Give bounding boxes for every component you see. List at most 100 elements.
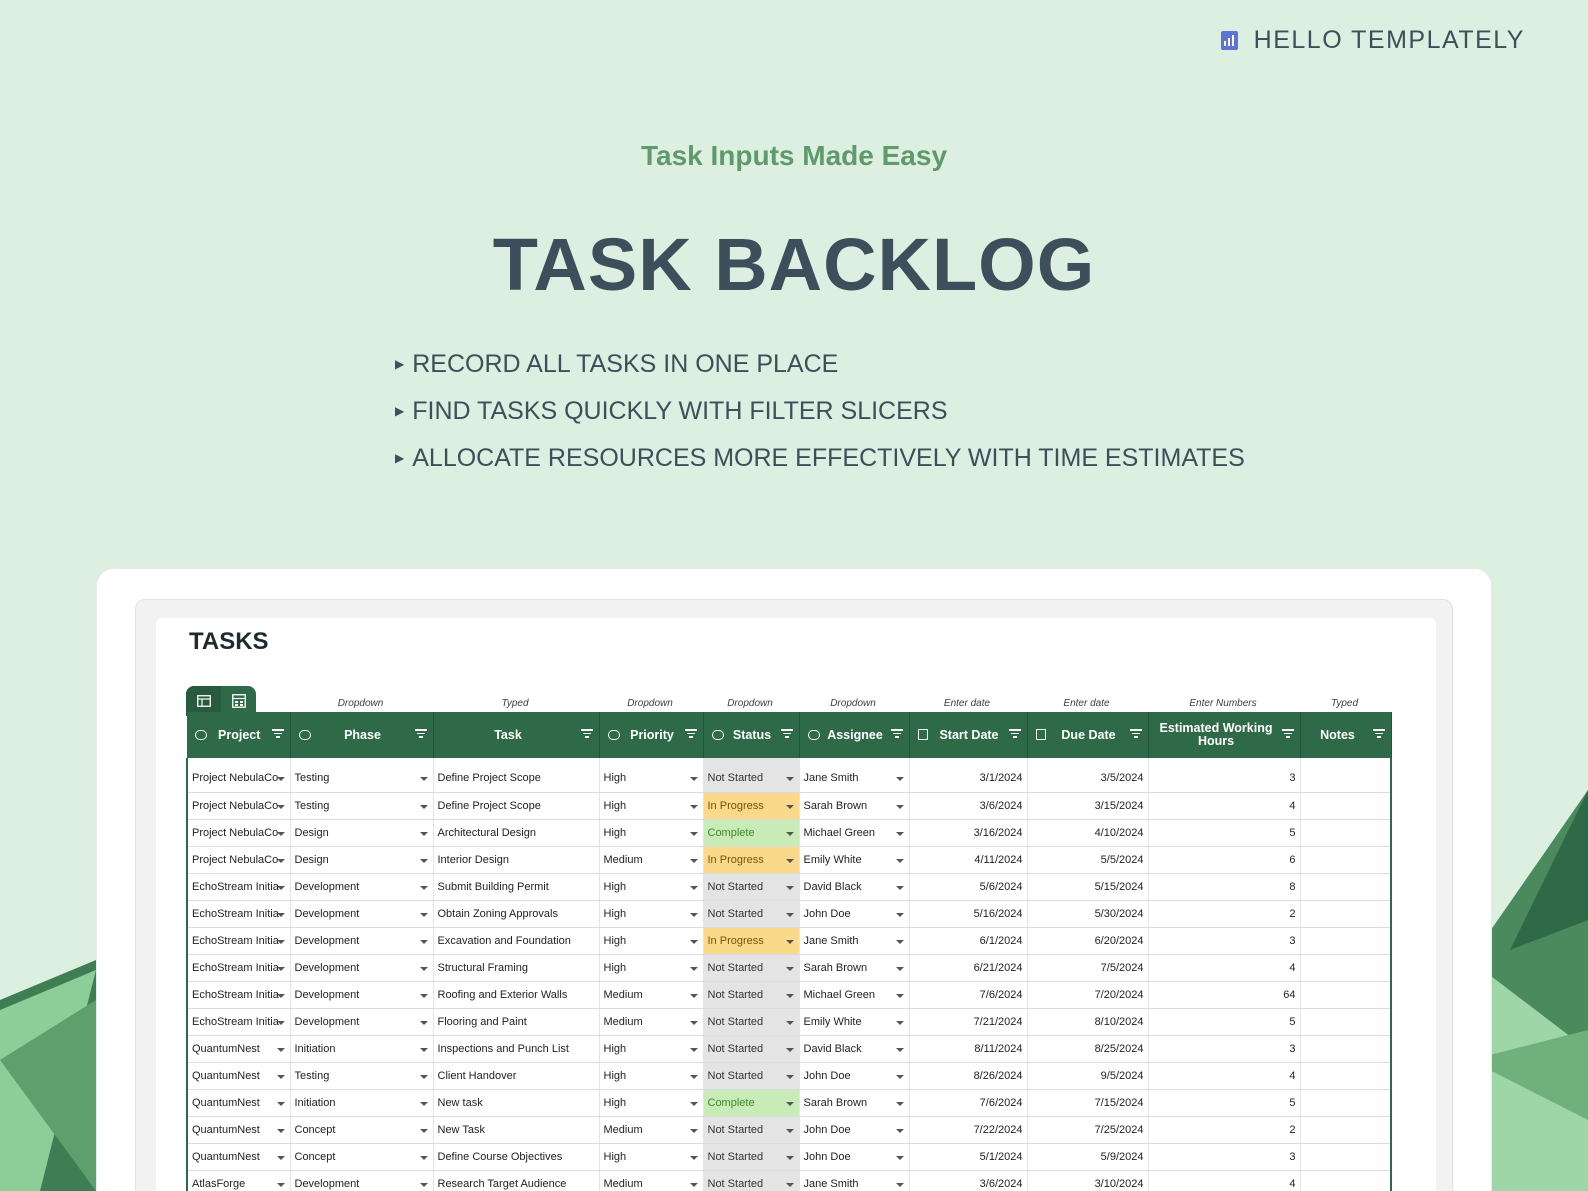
cell-status[interactable]: In Progress	[703, 846, 800, 874]
cell-assignee[interactable]: John Doe	[799, 900, 910, 928]
filter-icon[interactable]	[580, 729, 593, 739]
cell-due-date[interactable]: 3/10/2024	[1027, 1170, 1149, 1191]
cell-due-date[interactable]: 5/15/2024	[1027, 873, 1149, 901]
cell-estimated-working-hours[interactable]: 2	[1148, 900, 1301, 928]
cell-notes[interactable]	[1300, 792, 1392, 820]
cell-priority[interactable]: High	[599, 1062, 704, 1090]
cell-project[interactable]: EchoStream Initia	[186, 954, 291, 982]
cell-estimated-working-hours[interactable]: 3	[1148, 1035, 1301, 1063]
cell-estimated-working-hours[interactable]: 4	[1148, 1062, 1301, 1090]
cell-estimated-working-hours[interactable]: 3	[1148, 1143, 1301, 1171]
column-header-priority[interactable]: Priority	[599, 712, 704, 758]
cell-phase[interactable]: Concept	[290, 1116, 434, 1144]
cell-phase[interactable]: Design	[290, 819, 434, 847]
cell-priority[interactable]: High	[599, 819, 704, 847]
cell-notes[interactable]	[1300, 1170, 1392, 1191]
cell-phase[interactable]: Development	[290, 927, 434, 955]
cell-assignee[interactable]: John Doe	[799, 1062, 910, 1090]
cell-notes[interactable]	[1300, 1062, 1392, 1090]
cell-phase[interactable]: Concept	[290, 1143, 434, 1171]
cell-status[interactable]: In Progress	[703, 927, 800, 955]
cell-start-date[interactable]: 5/6/2024	[909, 873, 1028, 901]
cell-task[interactable]: Excavation and Foundation	[433, 927, 600, 955]
filter-icon[interactable]	[1372, 729, 1385, 739]
cell-start-date[interactable]: 3/16/2024	[909, 819, 1028, 847]
cell-notes[interactable]	[1300, 1143, 1392, 1171]
filter-icon[interactable]	[890, 729, 903, 739]
cell-project[interactable]: Project NebulaCo	[186, 792, 291, 820]
cell-priority[interactable]: High	[599, 792, 704, 820]
cell-start-date[interactable]: 7/21/2024	[909, 1008, 1028, 1036]
cell-estimated-working-hours[interactable]: 5	[1148, 1089, 1301, 1117]
cell-due-date[interactable]: 5/30/2024	[1027, 900, 1149, 928]
cell-project[interactable]: QuantumNest	[186, 1062, 291, 1090]
column-header-task[interactable]: Task	[433, 712, 600, 758]
column-header-due-date[interactable]: Due Date	[1027, 712, 1149, 758]
cell-priority[interactable]: Medium	[599, 846, 704, 874]
cell-assignee[interactable]: Jane Smith	[799, 1170, 910, 1191]
column-header-assignee[interactable]: Assignee	[799, 712, 910, 758]
cell-phase[interactable]: Initiation	[290, 1035, 434, 1063]
cell-due-date[interactable]: 5/5/2024	[1027, 846, 1149, 874]
cell-phase[interactable]: Development	[290, 1170, 434, 1191]
cell-project[interactable]: EchoStream Initia	[186, 981, 291, 1009]
cell-estimated-working-hours[interactable]: 6	[1148, 846, 1301, 874]
cell-priority[interactable]: High	[599, 900, 704, 928]
cell-estimated-working-hours[interactable]: 4	[1148, 792, 1301, 820]
cell-status[interactable]: Not Started	[703, 758, 800, 793]
cell-task[interactable]: Interior Design	[433, 846, 600, 874]
filter-icon[interactable]	[1129, 729, 1142, 739]
cell-task[interactable]: Define Project Scope	[433, 792, 600, 820]
cell-due-date[interactable]: 9/5/2024	[1027, 1062, 1149, 1090]
cell-phase[interactable]: Development	[290, 981, 434, 1009]
cell-status[interactable]: Not Started	[703, 1062, 800, 1090]
cell-start-date[interactable]: 7/22/2024	[909, 1116, 1028, 1144]
cell-assignee[interactable]: David Black	[799, 873, 910, 901]
cell-priority[interactable]: High	[599, 927, 704, 955]
cell-assignee[interactable]: John Doe	[799, 1116, 910, 1144]
cell-assignee[interactable]: Sarah Brown	[799, 792, 910, 820]
cell-status[interactable]: Not Started	[703, 1008, 800, 1036]
cell-status[interactable]: Not Started	[703, 873, 800, 901]
cell-start-date[interactable]: 5/1/2024	[909, 1143, 1028, 1171]
cell-assignee[interactable]: Sarah Brown	[799, 1089, 910, 1117]
cell-due-date[interactable]: 7/15/2024	[1027, 1089, 1149, 1117]
cell-task[interactable]: Roofing and Exterior Walls	[433, 981, 600, 1009]
cell-due-date[interactable]: 8/25/2024	[1027, 1035, 1149, 1063]
cell-project[interactable]: Project NebulaCo	[186, 846, 291, 874]
cell-project[interactable]: Project NebulaCo	[186, 758, 291, 793]
cell-priority[interactable]: High	[599, 1035, 704, 1063]
cell-priority[interactable]: Medium	[599, 1116, 704, 1144]
cell-priority[interactable]: High	[599, 1143, 704, 1171]
cell-task[interactable]: Define Project Scope	[433, 758, 600, 793]
cell-project[interactable]: QuantumNest	[186, 1143, 291, 1171]
column-header-start-date[interactable]: Start Date	[909, 712, 1028, 758]
cell-priority[interactable]: Medium	[599, 1008, 704, 1036]
cell-project[interactable]: QuantumNest	[186, 1089, 291, 1117]
cell-task[interactable]: Inspections and Punch List	[433, 1035, 600, 1063]
cell-assignee[interactable]: Emily White	[799, 1008, 910, 1036]
cell-due-date[interactable]: 3/5/2024	[1027, 758, 1149, 793]
cell-assignee[interactable]: Jane Smith	[799, 758, 910, 793]
cell-task[interactable]: New task	[433, 1089, 600, 1117]
cell-start-date[interactable]: 8/26/2024	[909, 1062, 1028, 1090]
cell-task[interactable]: New Task	[433, 1116, 600, 1144]
cell-notes[interactable]	[1300, 1008, 1392, 1036]
cell-status[interactable]: Not Started	[703, 900, 800, 928]
cell-priority[interactable]: High	[599, 873, 704, 901]
cell-notes[interactable]	[1300, 758, 1392, 793]
cell-notes[interactable]	[1300, 819, 1392, 847]
cell-phase[interactable]: Testing	[290, 1062, 434, 1090]
cell-status[interactable]: Complete	[703, 1089, 800, 1117]
cell-due-date[interactable]: 6/20/2024	[1027, 927, 1149, 955]
cell-phase[interactable]: Development	[290, 954, 434, 982]
cell-task[interactable]: Architectural Design	[433, 819, 600, 847]
cell-notes[interactable]	[1300, 900, 1392, 928]
cell-assignee[interactable]: David Black	[799, 1035, 910, 1063]
cell-priority[interactable]: High	[599, 1089, 704, 1117]
cell-phase[interactable]: Development	[290, 1008, 434, 1036]
cell-start-date[interactable]: 6/1/2024	[909, 927, 1028, 955]
cell-start-date[interactable]: 3/6/2024	[909, 1170, 1028, 1191]
cell-task[interactable]: Submit Building Permit	[433, 873, 600, 901]
column-header-project[interactable]: Project	[187, 712, 291, 758]
